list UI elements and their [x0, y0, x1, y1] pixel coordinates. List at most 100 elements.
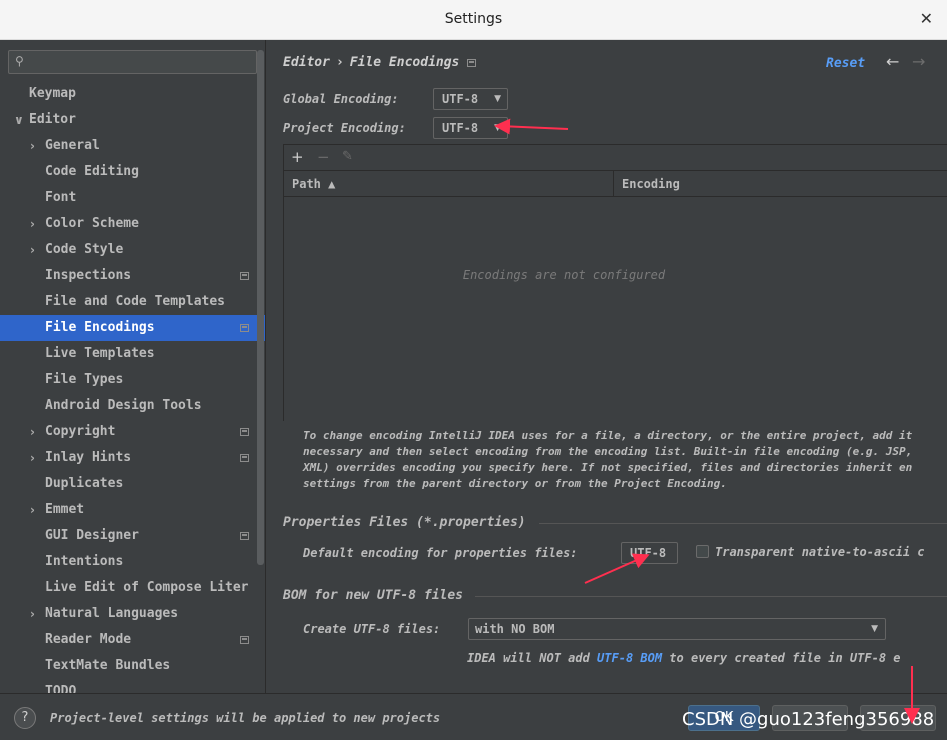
sidebar-item[interactable]: Android Design Tools	[0, 393, 265, 419]
breadcrumb-current: File Encodings	[349, 55, 460, 70]
section-divider	[539, 523, 947, 524]
sidebar-item-label: Inspections	[45, 268, 132, 283]
bom-info-prefix: IDEA will NOT add	[467, 651, 598, 665]
project-encoding-select[interactable]: UTF-8 ▼	[433, 117, 508, 139]
empty-table-message: Encodings are not configured	[462, 268, 666, 282]
sidebar-item[interactable]: ∨ Editor	[0, 107, 265, 133]
sidebar-item[interactable]: › Natural Languages	[0, 601, 265, 627]
sidebar-item[interactable]: Intentions	[0, 549, 265, 575]
sidebar-item-label: Keymap	[29, 86, 76, 101]
global-encoding-label: Global Encoding:	[283, 92, 399, 106]
sidebar-item[interactable]: Keymap	[0, 81, 265, 107]
sidebar-item-label: TODO	[45, 684, 77, 693]
global-encoding-select[interactable]: UTF-8 ▼	[433, 88, 508, 110]
sidebar-item[interactable]: Live Templates	[0, 341, 265, 367]
sidebar-item[interactable]: GUI Designer	[0, 523, 265, 549]
search-input[interactable]: ⚲	[8, 50, 257, 74]
project-scope-icon	[240, 454, 249, 462]
column-header-encoding[interactable]: Encoding	[614, 171, 947, 197]
sidebar-item-label: Editor	[29, 112, 76, 127]
column-header-path[interactable]: Path ▲	[284, 171, 614, 197]
sidebar-item[interactable]: › Code Style	[0, 237, 265, 263]
section-divider	[475, 596, 947, 597]
edit-icon[interactable]: ✎	[342, 149, 353, 164]
project-scope-icon	[240, 428, 249, 436]
sidebar-item-label: Live Templates	[45, 346, 155, 361]
sidebar-item-label: Font	[45, 190, 77, 205]
sidebar-item[interactable]: Reader Mode	[0, 627, 265, 653]
chevron-right-icon[interactable]: ›	[30, 237, 35, 263]
chevron-right-icon[interactable]: ›	[30, 445, 35, 471]
sidebar-item-label: TextMate Bundles	[45, 658, 171, 673]
reset-link[interactable]: Reset	[826, 56, 865, 71]
sidebar-item[interactable]: Code Editing	[0, 159, 265, 185]
chevron-right-icon[interactable]: ›	[30, 601, 35, 627]
table-toolbar: + − ✎	[284, 145, 947, 171]
sidebar-scrollbar[interactable]	[257, 50, 264, 565]
add-icon[interactable]: +	[291, 148, 304, 166]
hint-line: settings from the parent directory or fr…	[303, 477, 727, 490]
breadcrumb: Editor › File Encodings	[283, 55, 477, 70]
chevron-right-icon[interactable]: ›	[30, 419, 35, 445]
sidebar-item-label: Code Editing	[45, 164, 139, 179]
bom-info-text: IDEA will NOT add UTF-8 BOM to every cre…	[467, 651, 901, 665]
sidebar-item[interactable]: File Encodings	[0, 315, 265, 341]
sidebar-item[interactable]: Duplicates	[0, 471, 265, 497]
bom-info-suffix: to every created file in UTF-8 e	[662, 651, 901, 665]
sidebar-item[interactable]: TODO	[0, 679, 265, 693]
project-scope-icon	[240, 636, 249, 644]
sidebar-item-label: Emmet	[45, 502, 85, 517]
sidebar-item[interactable]: › Copyright	[0, 419, 265, 445]
bom-section-title: BOM for new UTF-8 files	[283, 588, 464, 603]
sidebar-item-label: Code Style	[45, 242, 124, 257]
sidebar-item[interactable]: › General	[0, 133, 265, 159]
create-utf8-select[interactable]: with NO BOM ▼	[468, 618, 886, 640]
encodings-table: + − ✎ Path ▲ Encoding Encodings are not …	[283, 144, 947, 422]
chevron-down-icon[interactable]: ∨	[14, 107, 24, 133]
title-bar: Settings ✕	[0, 0, 947, 40]
forward-arrow-icon[interactable]: →	[912, 52, 925, 71]
close-icon[interactable]: ✕	[920, 9, 933, 28]
settings-content: Editor › File Encodings Reset ← → Global E…	[267, 40, 947, 693]
settings-sidebar: ⚲ Keymap ∨ Editor › General Code Editing Font ›…	[0, 40, 266, 693]
sidebar-item[interactable]: › Emmet	[0, 497, 265, 523]
sidebar-item-label: GUI Designer	[45, 528, 139, 543]
chevron-right-icon[interactable]: ›	[30, 211, 35, 237]
project-scope-icon	[240, 324, 249, 332]
properties-encoding-value: UTF-8	[630, 546, 667, 560]
sidebar-item-label: File and Code Templates	[45, 294, 226, 309]
utf8-bom-link[interactable]: UTF-8 BOM	[597, 651, 662, 665]
sidebar-item[interactable]: Inspections	[0, 263, 265, 289]
sidebar-item[interactable]: › Color Scheme	[0, 211, 265, 237]
chevron-right-icon[interactable]: ›	[30, 133, 35, 159]
sidebar-item-label: Intentions	[45, 554, 124, 569]
sidebar-item[interactable]: File and Code Templates	[0, 289, 265, 315]
search-icon: ⚲	[15, 54, 24, 68]
sidebar-item-label: Natural Languages	[45, 606, 179, 621]
properties-section-title: Properties Files (*.properties)	[283, 515, 526, 530]
table-body: Encodings are not configured	[284, 198, 947, 422]
chevron-right-icon[interactable]: ›	[30, 497, 35, 523]
project-scope-icon	[467, 58, 477, 67]
remove-icon[interactable]: −	[317, 148, 330, 166]
global-encoding-value: UTF-8	[442, 92, 479, 106]
back-arrow-icon[interactable]: ←	[886, 52, 899, 71]
hint-line: To change encoding IntelliJ IDEA uses fo…	[303, 429, 913, 442]
hint-line: necessary and then select encoding from …	[303, 445, 913, 458]
sidebar-item-label: Live Edit of Compose Liter	[45, 580, 249, 595]
chevron-down-icon: ▼	[494, 123, 501, 133]
sidebar-item-label: Duplicates	[45, 476, 124, 491]
transparent-ascii-checkbox[interactable]	[696, 545, 709, 558]
sidebar-item[interactable]: Font	[0, 185, 265, 211]
properties-encoding-select[interactable]: UTF-8	[621, 542, 678, 564]
sidebar-item[interactable]: File Types	[0, 367, 265, 393]
sidebar-item-label: File Types	[45, 372, 124, 387]
csdn-watermark: CSDN @guo123feng356988	[682, 709, 935, 730]
help-icon[interactable]: ?	[14, 707, 36, 729]
sidebar-item[interactable]: TextMate Bundles	[0, 653, 265, 679]
sidebar-item[interactable]: › Inlay Hints	[0, 445, 265, 471]
hint-line: XML) overrides encoding you specify here…	[303, 461, 913, 474]
project-encoding-value: UTF-8	[442, 121, 479, 135]
chevron-down-icon: ▼	[871, 624, 878, 634]
sidebar-item[interactable]: Live Edit of Compose Liter	[0, 575, 265, 601]
